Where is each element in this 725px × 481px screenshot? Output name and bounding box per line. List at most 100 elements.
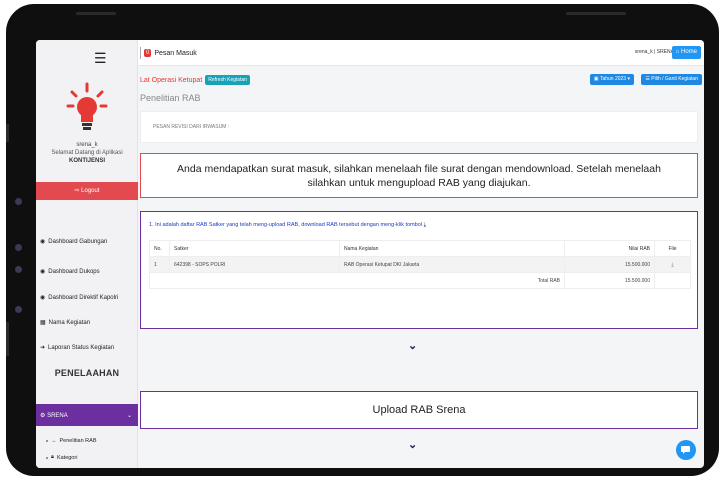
rab-table: No. Satker Nama Kegiatan Nilai RAB File … (149, 240, 691, 289)
total-row: Total RAB 15.500.000 (149, 272, 691, 289)
bullet-icon (46, 456, 48, 459)
column-header: File (654, 240, 691, 257)
sidebar-sub-item-kategori[interactable]: 🔒︎ Kategori (46, 454, 77, 461)
bullet-icon (46, 440, 48, 442)
chevron-down-icon: ⌄ (126, 412, 132, 419)
main-content: Lat Operasi Ketupat Refresh Kegiatan ▣ T… (138, 66, 704, 468)
list-icon: ☰ (645, 76, 650, 82)
sidebar-item-nama-kegiatan[interactable]: ▦ Nama Kegiatan (40, 319, 91, 327)
section-title-penelaahan: PENELAAHAN (54, 368, 120, 378)
sidebar-item-label: Dashboard Gabungan (48, 238, 108, 245)
user-name: srena_k (76, 142, 98, 148)
table-header-row: No. Satker Nama Kegiatan Nilai RAB File (149, 240, 691, 257)
sensor-dot (15, 306, 22, 313)
message-count-badge: 0 (144, 49, 152, 57)
side-button-lower (6, 322, 9, 356)
operation-title-text: Lat Operasi Ketupat (140, 76, 203, 84)
chat-icon (680, 446, 690, 454)
sensor-dot (15, 198, 22, 205)
sidebar-item-laporan-status[interactable]: ➜ Laporan Status Kegiatan (40, 344, 115, 352)
operation-title: Lat Operasi Ketupat Refresh Kegiatan (140, 75, 250, 85)
download-file-button[interactable]: ⤓ (654, 256, 691, 273)
divider (140, 47, 141, 59)
tahun-label: Tahun 2023 (599, 76, 627, 82)
ganti-label: Pilih / Ganti Kegiatan (651, 76, 698, 82)
download-icon: ⤓ (671, 261, 674, 268)
chevrons-down-icon: ⌄ (408, 340, 418, 352)
column-header: Nilai RAB (564, 240, 655, 257)
sidebar-item-dashboard-direktif[interactable]: ◉ Dashboard Direktif Kapolri (40, 294, 119, 302)
speaker-grille-right (566, 12, 626, 15)
pesan-masuk-label: Pesan Masuk (154, 49, 197, 57)
revisi-label: PESAN REVISI DARI IRWASUM : (153, 124, 230, 130)
welcome-text: Selamat Datang di Aplikasi (51, 150, 123, 156)
logout-icon: ⇨ (74, 188, 80, 194)
user-role: KONTIJENSI (68, 158, 105, 164)
cell-nilai: 15.500.000 (564, 256, 655, 273)
dashboard-icon: ◉ (40, 239, 46, 245)
home-icon: ⌂ (675, 49, 680, 55)
dashboard-icon: ◉ (40, 269, 46, 275)
tablet-frame: ☰ srena_k Selamat Datang di Aplikasi KON… (6, 4, 719, 476)
app-screen: ☰ srena_k Selamat Datang di Aplikasi KON… (36, 40, 704, 468)
column-header: Nama Kegiatan (339, 240, 565, 257)
chevrons-down-icon: ⌄ (408, 439, 418, 451)
alert-text: Anda mendapatkan surat masuk, silahkan m… (177, 162, 661, 189)
sub-item-label: Penelitian RAB (59, 438, 97, 444)
chat-button[interactable] (676, 440, 696, 460)
lock-icon: 🔒︎ (51, 454, 54, 460)
tahun-dropdown[interactable]: ▣ Tahun 2023 ▾ (589, 74, 634, 85)
sidebar-sub-item-penelitian-rab[interactable]: → Penelitian RAB (46, 438, 97, 444)
gear-icon: ⚙ (40, 412, 46, 419)
home-label: Home (680, 49, 697, 55)
side-button (6, 124, 9, 142)
sidebar-item-label: Nama Kegiatan (48, 319, 91, 326)
srena-label: SRENA (47, 412, 68, 419)
sidebar-item-label: Dashboard Dukops (48, 268, 100, 275)
download-icon: ⤓ (423, 222, 426, 228)
cell-no: 1 (149, 256, 170, 273)
sidebar-item-label: Laporan Status Kegiatan (48, 344, 115, 351)
rab-list-card: 1. Ini adalah daftar RAB Satker yang tel… (140, 211, 698, 329)
app-logo-icon (66, 82, 108, 130)
pesan-masuk-link[interactable]: 0 Pesan Masuk (140, 47, 197, 59)
user-info[interactable]: srena_k | SRENA (635, 49, 674, 55)
total-label: Total RAB (149, 272, 565, 289)
caret-down-icon: ▾ (627, 76, 630, 82)
dashboard-icon: ◉ (40, 295, 46, 301)
logout-label: Logout (81, 188, 100, 194)
total-value: 15.500.000 (564, 272, 655, 289)
refresh-kegiatan-button[interactable]: Refresh Kegiatan (205, 75, 250, 85)
revisi-message-box: PESAN REVISI DARI IRWASUM : (140, 111, 698, 143)
column-header: No. (149, 240, 170, 257)
sidebar: ☰ srena_k Selamat Datang di Aplikasi KON… (36, 40, 138, 468)
cell-kegiatan: RAB Operasi Ketupat DKI Jakarta (339, 256, 565, 273)
home-button[interactable]: ⌂ Home (671, 46, 701, 59)
sidebar-item-srena[interactable]: ⚙ SRENA ⌄ (36, 404, 138, 426)
page-title: Penelitian RAB (140, 93, 201, 103)
logout-button[interactable]: ⇨ Logout (36, 182, 138, 200)
list-instruction: 1. Ini adalah daftar RAB Satker yang tel… (149, 222, 426, 229)
hamburger-menu-icon[interactable]: ☰ (94, 50, 107, 67)
upload-rab-card[interactable]: Upload RAB Srena (140, 391, 698, 429)
table-row: 1 642398 - SOPS POLRI RAB Operasi Ketupa… (149, 256, 691, 273)
sidebar-item-label: Dashboard Direktif Kapolri (48, 294, 119, 301)
empty-cell (654, 272, 691, 289)
sidebar-item-dashboard-dukops[interactable]: ◉ Dashboard Dukops (40, 268, 100, 276)
list-instruction-text: 1. Ini adalah daftar RAB Satker yang tel… (149, 222, 423, 228)
sensor-dot (15, 244, 22, 251)
column-header: Satker (169, 240, 340, 257)
arrow-right-icon: ➜ (40, 345, 46, 351)
top-navbar: 0 Pesan Masuk srena_k | SRENA ⌂ Home (138, 40, 704, 66)
upload-label: Upload RAB Srena (372, 404, 466, 416)
sub-item-label: Kategori (56, 454, 78, 461)
sidebar-item-dashboard-gabungan[interactable]: ◉ Dashboard Gabungan (40, 238, 108, 246)
ganti-kegiatan-button[interactable]: ☰ Pilih / Ganti Kegiatan (641, 74, 702, 85)
arrow-right-icon: → (51, 438, 57, 444)
cell-satker: 642398 - SOPS POLRI (169, 256, 340, 273)
calendar-icon: ▣ (593, 76, 599, 82)
speaker-grille (76, 12, 116, 15)
notification-alert: Anda mendapatkan surat masuk, silahkan m… (140, 153, 698, 198)
sensor-dot (15, 266, 22, 273)
table-icon: ▦ (40, 320, 46, 326)
